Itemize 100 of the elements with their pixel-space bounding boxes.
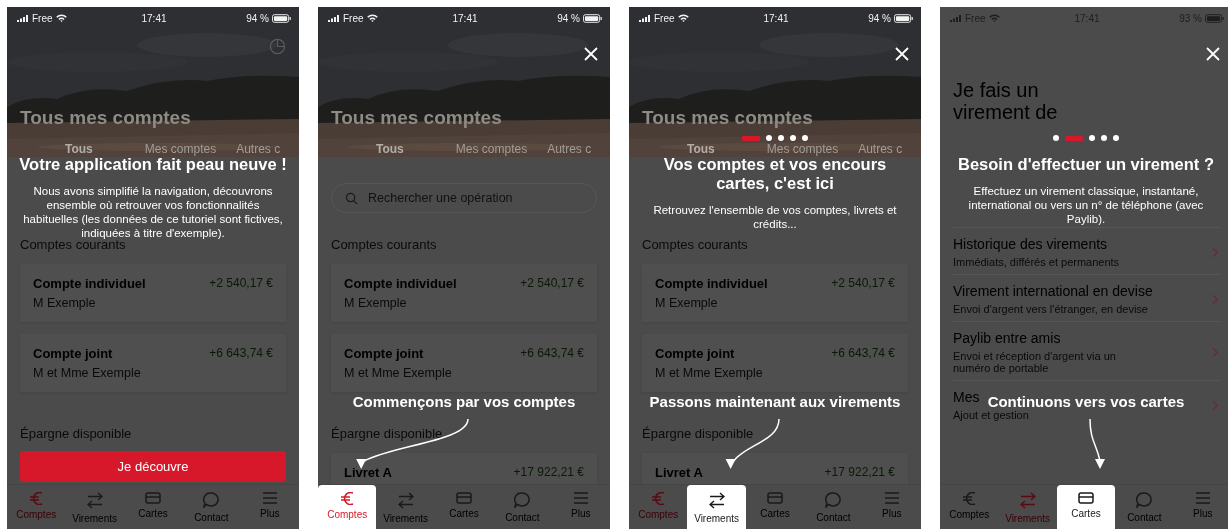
- euro-icon: [340, 492, 355, 505]
- section-title: Épargne disponible: [331, 426, 444, 441]
- account-holder: M et Mme Exemple: [33, 366, 142, 380]
- menu-item-title: Paylib entre amis: [953, 330, 1062, 346]
- tab[interactable]: Tous: [687, 142, 715, 156]
- clock-time: 17:41: [452, 12, 478, 24]
- menu-item-subtitle: Envoi et réception d'argent via un numéro de portable: [953, 350, 1117, 374]
- clock-time: 17:41: [763, 12, 789, 24]
- nav-tab[interactable]: Contact: [182, 485, 241, 529]
- nav-tab[interactable]: Contact: [493, 485, 552, 529]
- wifi-icon: [677, 14, 689, 22]
- account-balance: +2 540,17 €: [209, 276, 273, 291]
- section-title: Comptes courants: [20, 237, 126, 252]
- tutorial-title: Vos comptes et vos encours cartes, c'est ici: [662, 155, 888, 193]
- account-balance: +2 540,17 €: [831, 276, 895, 291]
- chevron-right-icon: [1212, 293, 1219, 305]
- tab[interactable]: Autres c: [236, 142, 281, 156]
- page-title: Tous mes comptes: [642, 107, 814, 129]
- transfer-arrows-icon: [1019, 492, 1036, 509]
- tab[interactable]: Tous: [65, 142, 93, 156]
- nav-tab[interactable]: Plus: [240, 485, 299, 529]
- clock-time: 17:41: [141, 12, 167, 24]
- account-card[interactable]: Compte individuel +2 540,17 € M Exemple: [331, 264, 597, 322]
- account-name: Compte individuel: [344, 276, 458, 291]
- account-card[interactable]: Compte joint +6 643,74 € M et Mme Exemple: [20, 334, 286, 392]
- nav-tab[interactable]: Comptes: [7, 485, 66, 529]
- nav-tab[interactable]: Cartes: [1056, 485, 1116, 529]
- section-title: Épargne disponible: [20, 426, 133, 441]
- tutorial-hint: Passons maintenant aux virements: [649, 393, 901, 410]
- chevron-right-icon: [1212, 346, 1219, 358]
- nav-tab[interactable]: Virements: [998, 485, 1057, 529]
- nav-tab[interactable]: Comptes: [318, 485, 377, 529]
- tutorial-text: Nous avons simplifié la navigation, découvrons ensemble où retrouver vos fonctionnalités habituelles (les données de ce tutoriel sont fictives, indiquées à titre d'exemple).: [23, 184, 284, 240]
- search-field[interactable]: Rechercher une opération: [331, 183, 597, 213]
- nav-tab[interactable]: Comptes: [629, 485, 688, 529]
- carrier-name: Free: [654, 12, 675, 24]
- nav-tab[interactable]: Plus: [862, 485, 921, 529]
- tutorial-text: Retrouvez l'ensemble de vos comptes, livrets et crédits...: [652, 203, 898, 231]
- account-balance: +6 643,74 €: [520, 346, 584, 361]
- nav-tab[interactable]: Contact: [1115, 485, 1174, 529]
- nav-tab[interactable]: Virements: [687, 485, 746, 529]
- signal-icon: [17, 14, 29, 22]
- menu-item[interactable]: Virement international en devise Envoi d'argent vers l'étranger, en devise: [953, 274, 1219, 321]
- tutorial-text: Effectuez un virement classique, instantané, international ou vers un n° de téléphone (avec Paylib).: [967, 184, 1205, 226]
- tab[interactable]: Mes comptes: [455, 142, 528, 156]
- euro-icon: [651, 492, 666, 505]
- battery-icon: [583, 13, 602, 23]
- menu-item-title: Historique des virements: [953, 236, 1109, 252]
- wifi-icon: [366, 14, 378, 22]
- account-holder: M Exemple: [33, 296, 97, 310]
- transfer-arrows-icon: [397, 492, 414, 509]
- chevron-right-icon: [1212, 246, 1219, 258]
- tutorial-hint: Commençons par vos comptes: [352, 393, 576, 410]
- nav-tab[interactable]: Cartes: [434, 485, 494, 529]
- search-icon: [345, 192, 358, 205]
- menu-item[interactable]: Historique des virements Immédiats, différés et permanents: [953, 227, 1219, 274]
- menu-item-title: Virement international en devise: [953, 283, 1153, 299]
- nav-tab[interactable]: Plus: [1173, 485, 1228, 529]
- nav-tab[interactable]: Virements: [376, 485, 435, 529]
- euro-icon: [29, 492, 44, 505]
- tutorial-title: Votre application fait peau neuve !: [18, 155, 288, 174]
- menu-icon: [572, 492, 589, 504]
- account-name: Compte joint: [344, 346, 425, 361]
- chevron-right-icon: [1212, 399, 1219, 411]
- close-icon[interactable]: [895, 47, 909, 61]
- close-icon[interactable]: [1206, 47, 1220, 61]
- nav-tab[interactable]: Virements: [65, 485, 124, 529]
- account-card[interactable]: Compte individuel +2 540,17 € M Exemple: [20, 264, 286, 322]
- account-card[interactable]: Compte joint +6 643,74 € M et Mme Exemple: [642, 334, 908, 392]
- page-title: Tous mes comptes: [20, 107, 192, 129]
- tab[interactable]: Tous: [376, 142, 404, 156]
- account-card[interactable]: Compte individuel +2 540,17 € M Exemple: [642, 264, 908, 322]
- nav-tab[interactable]: Cartes: [745, 485, 805, 529]
- signal-icon: [950, 14, 962, 22]
- account-name: Compte individuel: [655, 276, 769, 291]
- carrier-name: Free: [32, 12, 53, 24]
- nav-tab[interactable]: Contact: [804, 485, 863, 529]
- account-card[interactable]: Compte joint +6 643,74 € M et Mme Exemple: [331, 334, 597, 392]
- close-icon[interactable]: [584, 47, 598, 61]
- card-icon: [766, 492, 783, 504]
- nav-tab[interactable]: Comptes: [940, 485, 999, 529]
- signal-icon: [639, 14, 651, 22]
- chat-bubble-icon: [514, 492, 531, 508]
- nav-tab[interactable]: Cartes: [123, 485, 183, 529]
- nav-tab[interactable]: Plus: [551, 485, 610, 529]
- menu-item-subtitle: Immédiats, différés et permanents: [953, 256, 1120, 268]
- discover-button[interactable]: Je découvre: [20, 451, 286, 482]
- tab[interactable]: Autres c: [547, 142, 592, 156]
- account-card[interactable]: Livret A +17 922,21 €: [331, 453, 597, 484]
- account-holder: M Exemple: [344, 296, 408, 310]
- account-holder: M Exemple: [655, 296, 719, 310]
- account-card[interactable]: Livret A +17 922,21 €: [642, 453, 908, 484]
- account-holder: M et Mme Exemple: [655, 366, 764, 380]
- account-balance: +2 540,17 €: [520, 276, 584, 291]
- battery-icon: [272, 13, 291, 23]
- tab[interactable]: Mes comptes: [144, 142, 217, 156]
- menu-item-subtitle: Envoi d'argent vers l'étranger, en devise: [953, 303, 1149, 315]
- tab[interactable]: Autres c: [858, 142, 903, 156]
- menu-item[interactable]: Paylib entre amis Envoi et réception d'argent via un numéro de portable: [953, 321, 1219, 380]
- tab[interactable]: Mes comptes: [766, 142, 839, 156]
